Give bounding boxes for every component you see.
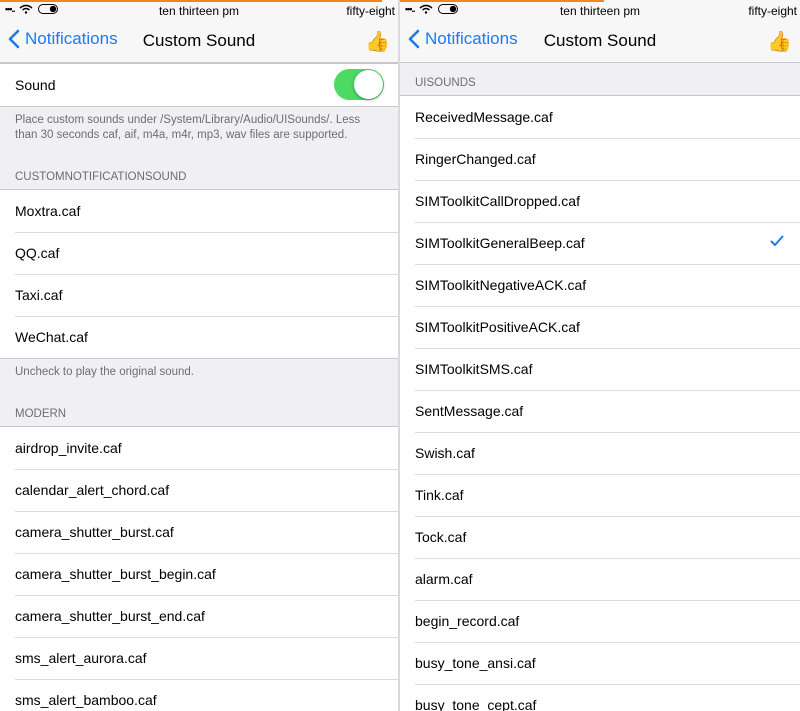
list-item-label: ReceivedMessage.caf xyxy=(415,109,553,125)
list-item[interactable]: SIMToolkitGeneralBeep.caf xyxy=(400,222,800,264)
list-item-label: begin_record.caf xyxy=(415,613,520,629)
list-item[interactable]: Taxi.caf xyxy=(0,274,398,316)
list-item-label: camera_shutter_burst.caf xyxy=(15,524,174,540)
list-item[interactable]: begin_record.caf xyxy=(400,600,800,642)
list-item-label: camera_shutter_burst_begin.caf xyxy=(15,566,216,582)
uisounds-section-header: UISOUNDS xyxy=(415,77,476,89)
list-item-label: QQ.caf xyxy=(15,245,60,261)
list-item[interactable]: camera_shutter_burst_begin.caf xyxy=(0,553,398,595)
list-item-label: SIMToolkitPositiveACK.caf xyxy=(415,319,580,335)
list-item[interactable]: SIMToolkitCallDropped.caf xyxy=(400,180,800,222)
list-item-label: busy_tone_ansi.caf xyxy=(415,655,536,671)
back-button[interactable]: Notifications xyxy=(8,29,118,49)
screens: •••.. ten thirteen pm fifty-eight Notifi… xyxy=(0,0,800,711)
list-item-label: Tock.caf xyxy=(415,529,467,545)
thumbs-up-icon[interactable]: 👍 xyxy=(365,29,390,54)
custom-section-header: CUSTOMNOTIFICATIONSOUND xyxy=(15,171,187,183)
list-item-label: SIMToolkitGeneralBeep.caf xyxy=(415,235,585,251)
sound-row: Sound xyxy=(0,64,398,106)
list-item-label: RingerChanged.caf xyxy=(415,151,536,167)
list-item[interactable]: QQ.caf xyxy=(0,232,398,274)
status-bar: •••.. ten thirteen pm fifty-eight xyxy=(400,0,800,20)
list-item-label: SIMToolkitSMS.caf xyxy=(415,361,533,377)
list-item-label: SIMToolkitNegativeACK.caf xyxy=(415,277,587,293)
right-screen: •••.. ten thirteen pm fifty-eight Notifi… xyxy=(400,0,800,711)
sound-label: Sound xyxy=(15,77,56,93)
status-time: ten thirteen pm xyxy=(158,4,240,18)
list-item-label: alarm.caf xyxy=(415,571,473,587)
loading-progress xyxy=(0,0,383,2)
status-battery: fifty-eight xyxy=(346,4,395,18)
modern-sound-list: airdrop_invite.caf calendar_alert_chord.c… xyxy=(0,426,398,711)
list-item-label: Swish.caf xyxy=(415,445,475,461)
back-button-label: Notifications xyxy=(425,29,518,48)
list-item[interactable]: camera_shutter_burst.caf xyxy=(0,511,398,553)
modern-section-header: MODERN xyxy=(15,408,67,420)
list-item[interactable]: ReceivedMessage.caf xyxy=(400,96,800,138)
list-item-label: sms_alert_bamboo.caf xyxy=(15,692,157,708)
list-item-label: Moxtra.caf xyxy=(15,203,81,219)
list-item-label: airdrop_invite.caf xyxy=(15,440,122,456)
list-item[interactable]: SIMToolkitNegativeACK.caf xyxy=(400,264,800,306)
back-button-label: Notifications xyxy=(25,29,118,48)
list-item[interactable]: WeChat.caf xyxy=(0,316,398,358)
list-item[interactable]: airdrop_invite.caf xyxy=(0,427,398,469)
list-item[interactable]: sms_alert_bamboo.caf xyxy=(0,679,398,711)
list-item[interactable]: SIMToolkitPositiveACK.caf xyxy=(400,306,800,348)
list-item[interactable]: RingerChanged.caf xyxy=(400,138,800,180)
list-item[interactable]: SIMToolkitSMS.caf xyxy=(400,348,800,390)
list-item-label: calendar_alert_chord.caf xyxy=(15,482,170,498)
list-item-label: WeChat.caf xyxy=(15,329,88,345)
sound-group: Sound xyxy=(0,63,398,107)
navigation-bar: Notifications Custom Sound 👍 xyxy=(0,20,398,63)
loading-progress xyxy=(400,0,604,2)
list-item-label: SentMessage.caf xyxy=(415,403,524,419)
list-item[interactable]: calendar_alert_chord.caf xyxy=(0,469,398,511)
list-item[interactable]: sms_alert_aurora.caf xyxy=(0,637,398,679)
status-battery: fifty-eight xyxy=(748,4,797,18)
list-item[interactable]: Moxtra.caf xyxy=(0,190,398,232)
list-item[interactable]: camera_shutter_burst_end.caf xyxy=(0,595,398,637)
list-item[interactable]: SentMessage.caf xyxy=(400,390,800,432)
back-button[interactable]: Notifications xyxy=(408,29,518,49)
toggle-knob xyxy=(354,70,383,99)
list-item-label: sms_alert_aurora.caf xyxy=(15,650,147,666)
list-item[interactable]: alarm.caf xyxy=(400,558,800,600)
list-item[interactable]: busy_tone_ansi.caf xyxy=(400,642,800,684)
list-item-label: camera_shutter_burst_end.caf xyxy=(15,608,205,624)
status-time: ten thirteen pm xyxy=(559,4,641,18)
list-item[interactable]: Tock.caf xyxy=(400,516,800,558)
status-bar: •••.. ten thirteen pm fifty-eight xyxy=(0,0,398,20)
list-item[interactable]: busy_tone_cept.caf xyxy=(400,684,800,711)
list-item-label: busy_tone_cept.caf xyxy=(415,697,537,711)
thumbs-up-icon[interactable]: 👍 xyxy=(767,29,792,54)
chevron-left-icon xyxy=(8,29,20,49)
uisounds-list: ReceivedMessage.caf RingerChanged.caf SIMT… xyxy=(400,95,800,711)
list-item-label: Tink.caf xyxy=(415,487,464,503)
left-screen: •••.. ten thirteen pm fifty-eight Notifi… xyxy=(0,0,398,711)
sound-toggle[interactable] xyxy=(334,69,384,100)
sound-footer: Place custom sounds under /System/Librar… xyxy=(15,114,361,141)
list-item-label: Taxi.caf xyxy=(15,287,63,303)
list-item[interactable]: Swish.caf xyxy=(400,432,800,474)
checkmark-icon xyxy=(770,235,784,246)
list-item-label: SIMToolkitCallDropped.caf xyxy=(415,193,580,209)
custom-footer: Uncheck to play the original sound. xyxy=(15,366,194,378)
chevron-left-icon xyxy=(408,29,420,49)
list-item[interactable]: Tink.caf xyxy=(400,474,800,516)
navigation-bar: Notifications Custom Sound 👍 xyxy=(400,20,800,63)
custom-sound-list: Moxtra.caf QQ.caf Taxi.caf WeChat.caf xyxy=(0,189,398,359)
